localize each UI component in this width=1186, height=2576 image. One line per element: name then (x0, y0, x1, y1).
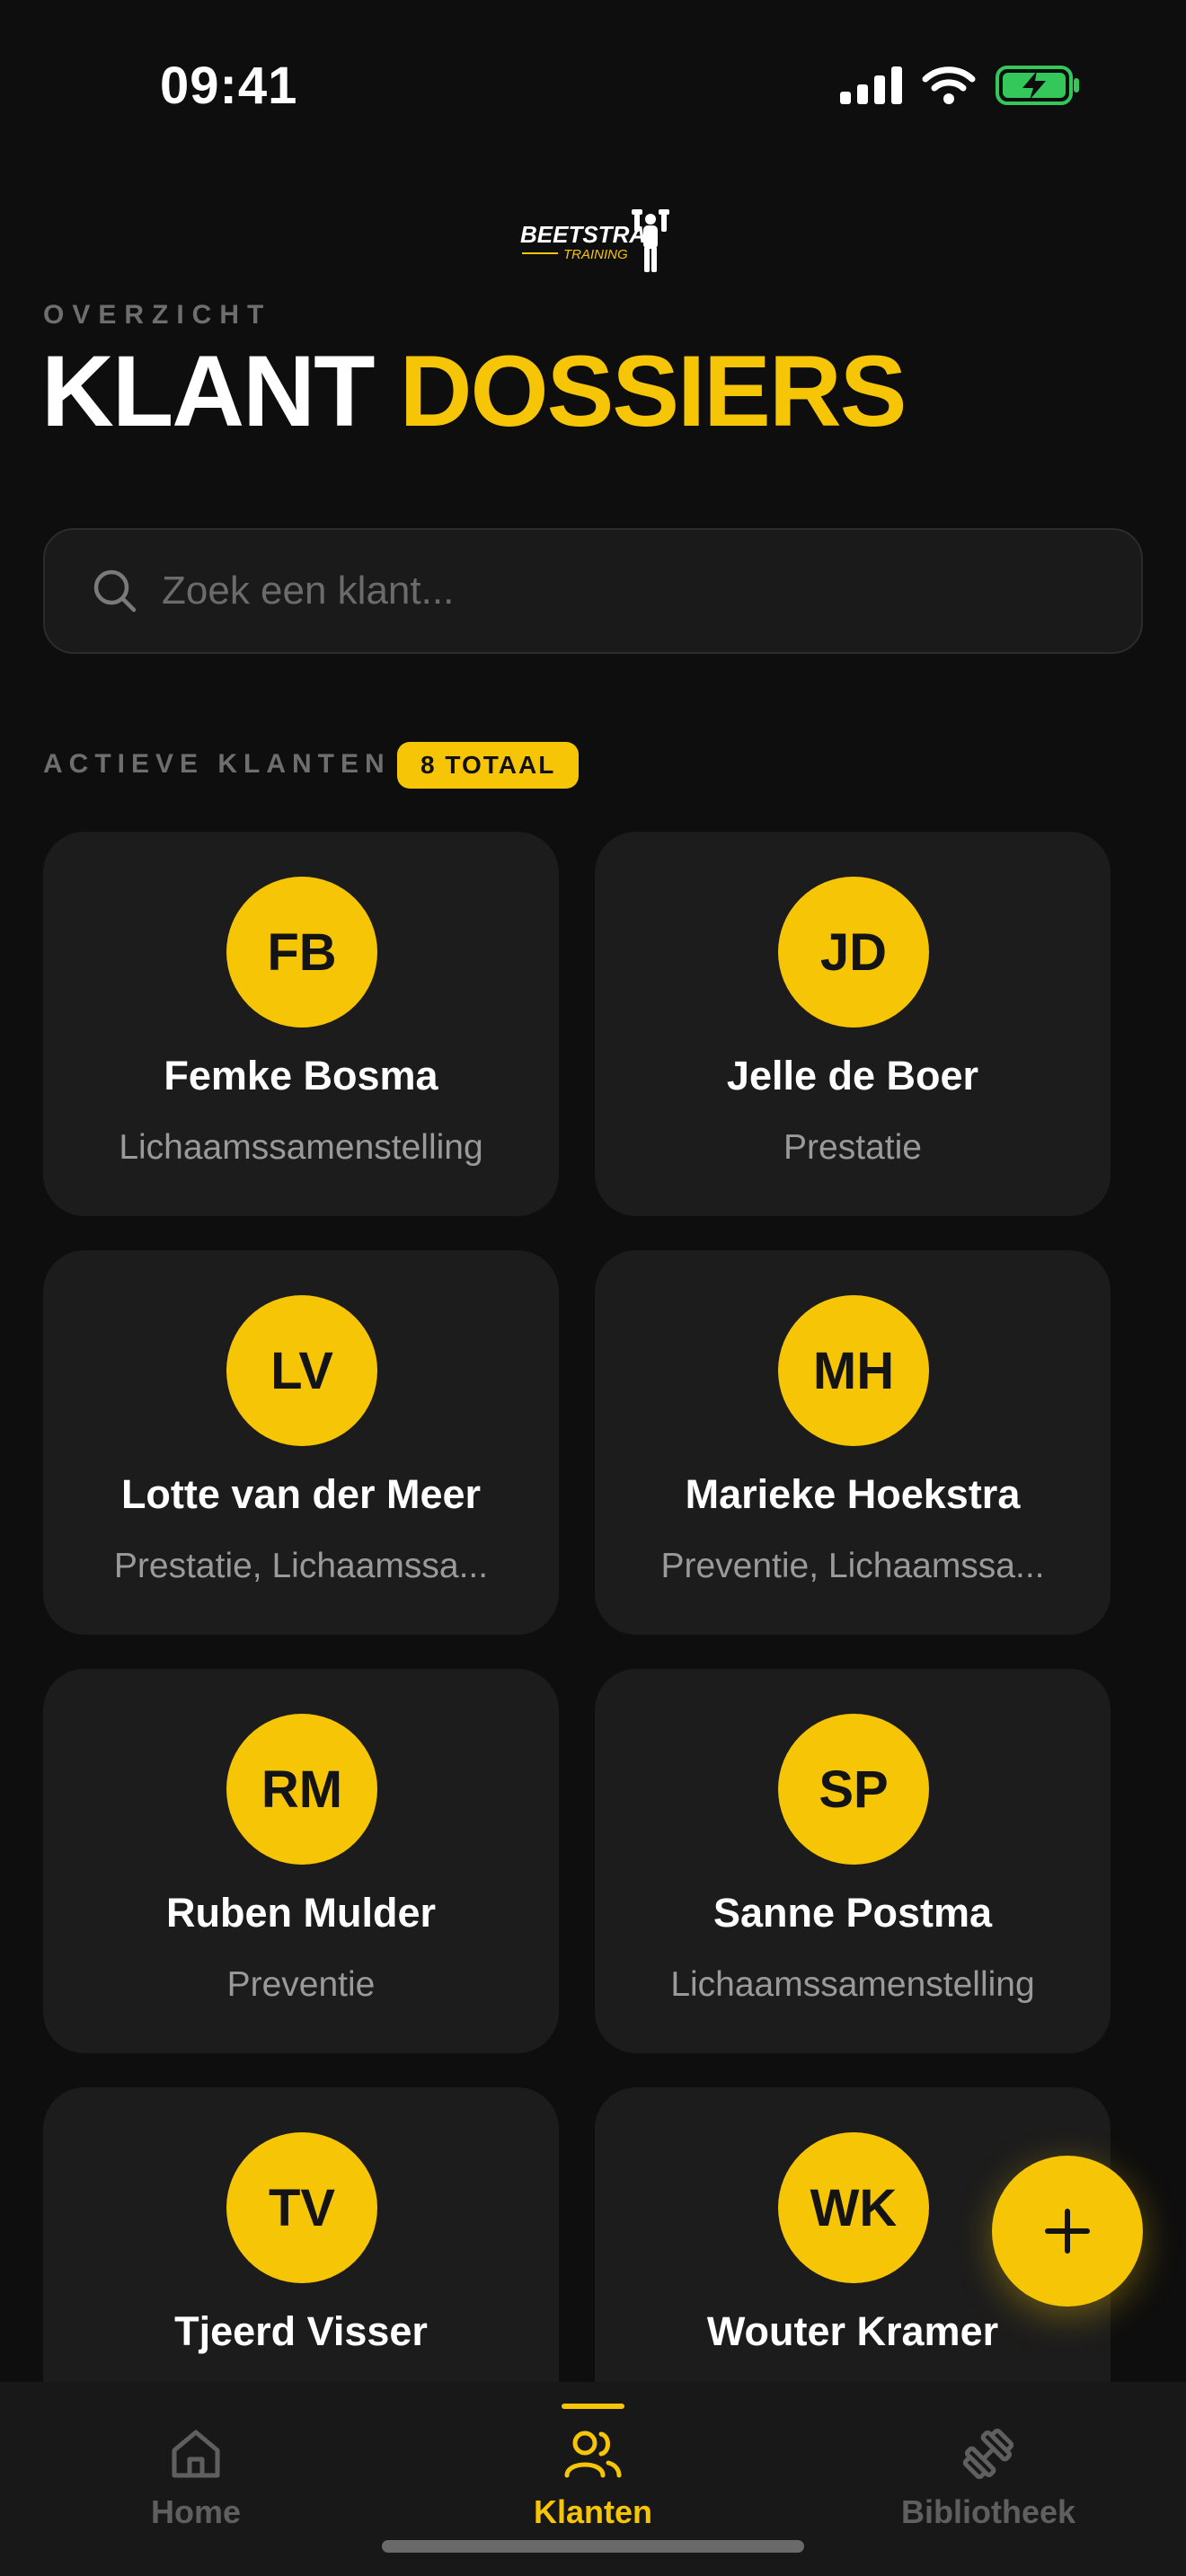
client-tags: Preventie (226, 1965, 376, 2004)
client-name: Marieke Hoekstra (685, 1471, 1021, 1517)
tab-klanten-label: Klanten (533, 2493, 652, 2530)
client-name: Tjeerd Visser (174, 2308, 428, 2354)
client-name: Ruben Mulder (166, 1890, 436, 1936)
client-tags: Preventie, Lichaamssa... (660, 1547, 1045, 1585)
client-avatar: MH (778, 1295, 929, 1446)
app-screen: 09:41 BEETSTRA TRAINING OVERZICHT KLANT … (0, 0, 1186, 2576)
client-avatar: LV (226, 1295, 377, 1446)
client-card[interactable]: LV Lotte van der Meer Prestatie, Lichaam… (43, 1250, 559, 1635)
cellular-signal-icon (840, 66, 902, 104)
tab-home[interactable]: Home (61, 2382, 331, 2576)
search-input[interactable] (162, 569, 1060, 613)
status-bar: 09:41 (0, 0, 1186, 171)
page-eyebrow: OVERZICHT (43, 300, 272, 330)
home-icon (172, 2430, 220, 2478)
battery-charging-icon (996, 66, 1079, 105)
client-avatar: JD (778, 877, 929, 1028)
active-tab-indicator (562, 2404, 624, 2409)
page-title: KLANT DOSSIERS (41, 341, 907, 442)
client-avatar: FB (226, 877, 377, 1028)
status-time: 09:41 (160, 57, 298, 115)
client-avatar: TV (226, 2132, 377, 2283)
users-icon (564, 2430, 622, 2478)
home-indicator (382, 2540, 804, 2553)
client-tags: Lichaamssamenstelling (670, 1965, 1035, 2004)
search-bar[interactable] (43, 528, 1143, 654)
client-card[interactable]: RM Ruben Mulder Preventie (43, 1669, 559, 2053)
client-card[interactable]: FB Femke Bosma Lichaamssamenstelling (43, 832, 559, 1216)
tab-home-label: Home (150, 2493, 242, 2530)
client-avatar: SP (778, 1714, 929, 1865)
search-icon (93, 569, 137, 613)
client-tags: Prestatie, Lichaamssa... (113, 1547, 489, 1585)
logo-text: BEETSTRA (520, 221, 646, 248)
client-name: Femke Bosma (164, 1053, 438, 1098)
client-name: Lotte van der Meer (120, 1471, 482, 1517)
wifi-icon (922, 66, 976, 104)
plus-icon (1045, 2209, 1090, 2254)
client-card[interactable]: JD Jelle de Boer Prestatie (595, 832, 1111, 1216)
client-tags: Prestatie (783, 1128, 922, 1167)
client-name: Sanne Postma (712, 1890, 993, 1936)
logo-subtext: TRAINING (563, 247, 628, 262)
client-card[interactable]: SP Sanne Postma Lichaamssamenstelling (595, 1669, 1111, 2053)
client-grid: FB Femke Bosma Lichaamssamenstelling JD … (43, 832, 1111, 2472)
client-name: Jelle de Boer (726, 1053, 979, 1098)
client-card[interactable]: MH Marieke Hoekstra Preventie, Lichaamss… (595, 1250, 1111, 1635)
client-name: Wouter Kramer (706, 2308, 999, 2354)
tab-bibliotheek[interactable]: Bibliotheek (854, 2382, 1123, 2576)
tab-bibliotheek-label: Bibliotheek (900, 2493, 1076, 2530)
add-client-button[interactable] (992, 2156, 1143, 2307)
brand-logo: BEETSTRA TRAINING (517, 207, 674, 278)
status-icons (840, 65, 1080, 106)
page-title-part1: KLANT (41, 335, 375, 447)
active-clients-label: ACTIEVE KLANTEN (43, 749, 391, 779)
client-avatar: RM (226, 1714, 377, 1865)
client-tags: Lichaamssamenstelling (119, 1128, 483, 1167)
client-avatar: WK (778, 2132, 929, 2283)
total-count-badge: 8 TOTAAL (397, 742, 580, 789)
dumbbell-icon (962, 2428, 1014, 2480)
page-title-part2: DOSSIERS (399, 335, 907, 447)
